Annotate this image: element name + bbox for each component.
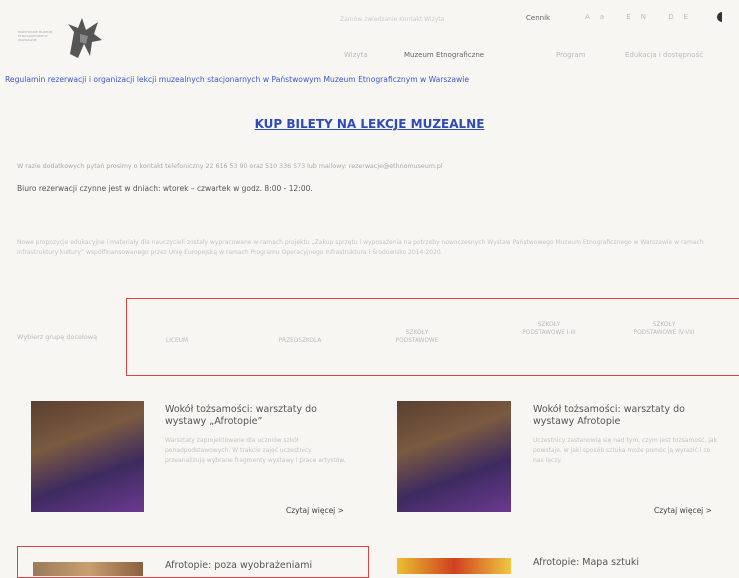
nav-wizyta[interactable]: Wizyta (344, 51, 368, 59)
read-more-link[interactable]: Czytaj więcej > (654, 506, 712, 515)
audience-filter: LICEUM PRZEDSZKOLA SZKOŁY PODSTAWOWE SZK… (126, 298, 739, 376)
card-title[interactable]: Wokół tożsamości: warsztaty do wystawy A… (533, 404, 718, 428)
project-info: Nowe propozycje edukacyjne i materiały d… (17, 239, 704, 256)
office-hours: Biuro rezerwacji czynne jest w dniach: w… (17, 184, 313, 193)
card-description: Warsztaty zaprojektowane dla uczniów szk… (165, 437, 346, 464)
contrast-icon[interactable] (716, 12, 724, 22)
filter-label: Wybierz grupę docelową (17, 333, 98, 341)
card-title[interactable]: Wokół tożsamości: warsztaty do wystawy „… (165, 404, 350, 428)
nav-muzeum[interactable]: Muzeum Etnograficzne (404, 51, 484, 59)
regulamin-link[interactable]: Regulamin rezerwacji i organizacji lekcj… (5, 75, 469, 84)
card-description: Uczestnicy zastanowią się nad tym, czym … (533, 437, 718, 464)
museum-logo[interactable]: PAŃSTWOWE MUZEUM ETNOGRAFICZNE W WARSZAW… (18, 14, 108, 64)
cennik-link[interactable]: Cennik (526, 14, 550, 22)
top-links[interactable]: Zamów zwiedzanie Kontakt Wizyta (340, 16, 444, 23)
filter-szkoly-podstawowe[interactable]: SZKOŁY PODSTAWOWE (387, 329, 447, 345)
card-title[interactable]: Afrotopie: poza wyobrażeniami (165, 560, 355, 572)
logo-text: PAŃSTWOWE MUZEUM ETNOGRAFICZNE W WARSZAW… (18, 30, 53, 42)
contact-info: W razie dodatkowych pytań prosimy o kont… (17, 163, 443, 170)
filter-przedszkola[interactable]: PRZEDSZKOLA (265, 337, 335, 345)
logo-mark-icon (68, 18, 102, 58)
filter-szkoly-1-3[interactable]: SZKOŁY PODSTAWOWE I-III (517, 321, 581, 337)
utility-icons[interactable]: Aa EN DE (585, 13, 698, 21)
card-image[interactable] (397, 401, 511, 512)
buy-tickets-link[interactable]: KUP BILETY NA LEKCJE MUZEALNE (0, 117, 739, 131)
filter-szkoly-4-8[interactable]: SZKOŁY PODSTAWOWE IV-VIII (632, 321, 696, 337)
card-image[interactable] (397, 558, 511, 574)
nav-program[interactable]: Program (556, 51, 586, 59)
nav-edukacja[interactable]: Edukacja i dostępność (625, 51, 703, 59)
card-title[interactable]: Afrotopie: Mapa sztuki (533, 557, 718, 569)
filter-liceum[interactable]: LICEUM (147, 337, 207, 345)
card-image[interactable] (31, 401, 144, 512)
read-more-link[interactable]: Czytaj więcej > (286, 506, 344, 515)
